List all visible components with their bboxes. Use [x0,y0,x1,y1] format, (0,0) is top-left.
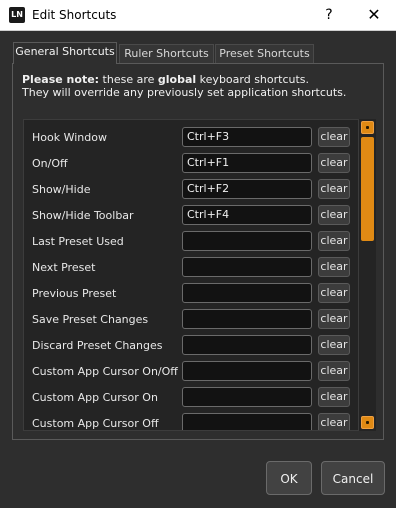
note-bold-prefix: Please note: [22,73,100,86]
title-bar: LN Edit Shortcuts ? ✕ [0,0,396,31]
shortcut-label: Hook Window [32,131,107,144]
shortcut-label: Custom App Cursor Off [32,417,159,430]
shortcut-row: Custom App Cursor On clear [24,385,358,411]
shortcut-row: Previous Preset clear [24,281,358,307]
note-text-a: these are [99,73,158,86]
clear-button[interactable]: clear [318,257,350,277]
shortcut-label: Discard Preset Changes [32,339,163,352]
shortcut-row: On/Off Ctrl+F1 clear [24,151,358,177]
clear-button[interactable]: clear [318,127,350,147]
tab-general-shortcuts[interactable]: General Shortcuts [13,42,117,64]
window-title: Edit Shortcuts [32,8,117,22]
vertical-scrollbar[interactable] [359,119,376,431]
clear-button[interactable]: clear [318,309,350,329]
tab-ruler-shortcuts[interactable]: Ruler Shortcuts [119,44,214,63]
shortcut-label: Last Preset Used [32,235,124,248]
clear-button[interactable]: clear [318,361,350,381]
note-bold-global: global [157,73,197,86]
shortcut-key-field[interactable]: Ctrl+F3 [182,127,312,147]
shortcut-row: Next Preset clear [24,255,358,281]
shortcut-key-field[interactable] [182,231,312,251]
shortcut-row: Hook Window Ctrl+F3 clear [24,125,358,151]
clear-button[interactable]: clear [318,179,350,199]
help-button[interactable]: ? [319,4,339,26]
shortcut-label: Show/Hide Toolbar [32,209,134,222]
clear-button[interactable]: clear [318,153,350,173]
clear-button[interactable]: clear [318,283,350,303]
shortcut-row: Show/Hide Ctrl+F2 clear [24,177,358,203]
shortcut-row: Show/Hide Toolbar Ctrl+F4 clear [24,203,358,229]
shortcut-key-field[interactable] [182,413,312,430]
global-shortcuts-note: Please note: these are global keyboard s… [22,73,372,99]
scroll-down-arrow-icon[interactable] [361,416,374,429]
note-text-b: keyboard shortcuts. [196,73,310,86]
clear-button[interactable]: clear [318,335,350,355]
scroll-thumb[interactable] [361,137,374,241]
shortcut-key-field[interactable] [182,335,312,355]
shortcut-row: Last Preset Used clear [24,229,358,255]
close-button[interactable]: ✕ [363,4,385,26]
shortcut-key-field[interactable] [182,387,312,407]
shortcut-label: Custom App Cursor On/Off [32,365,178,378]
note-line2: They will override any previously set ap… [22,86,347,99]
tab-preset-shortcuts[interactable]: Preset Shortcuts [215,44,314,63]
clear-button[interactable]: clear [318,205,350,225]
shortcut-key-field[interactable]: Ctrl+F1 [182,153,312,173]
shortcut-label: Save Preset Changes [32,313,149,326]
shortcut-label: Next Preset [32,261,96,274]
shortcut-label: Previous Preset [32,287,117,300]
clear-button[interactable]: clear [318,413,350,430]
shortcut-key-field[interactable] [182,283,312,303]
shortcut-row: Discard Preset Changes clear [24,333,358,359]
app-logo-icon: LN [9,7,25,23]
shortcut-key-field[interactable]: Ctrl+F4 [182,205,312,225]
scroll-up-arrow-icon[interactable] [361,121,374,134]
shortcut-key-field[interactable]: Ctrl+F2 [182,179,312,199]
shortcut-label: Custom App Cursor On [32,391,158,404]
shortcut-key-field[interactable] [182,309,312,329]
shortcut-key-field[interactable] [182,361,312,381]
shortcut-row: Custom App Cursor Off clear [24,411,358,430]
ok-button[interactable]: OK [266,461,312,495]
shortcut-row: Save Preset Changes clear [24,307,358,333]
clear-button[interactable]: clear [318,231,350,251]
shortcut-label: Show/Hide [32,183,91,196]
shortcut-row: Custom App Cursor On/Off clear [24,359,358,385]
cancel-button[interactable]: Cancel [321,461,385,495]
shortcut-label: On/Off [32,157,68,170]
clear-button[interactable]: clear [318,387,350,407]
shortcut-key-field[interactable] [182,257,312,277]
shortcut-list: Hook Window Ctrl+F3 clear On/Off Ctrl+F1 clea… [23,119,359,431]
